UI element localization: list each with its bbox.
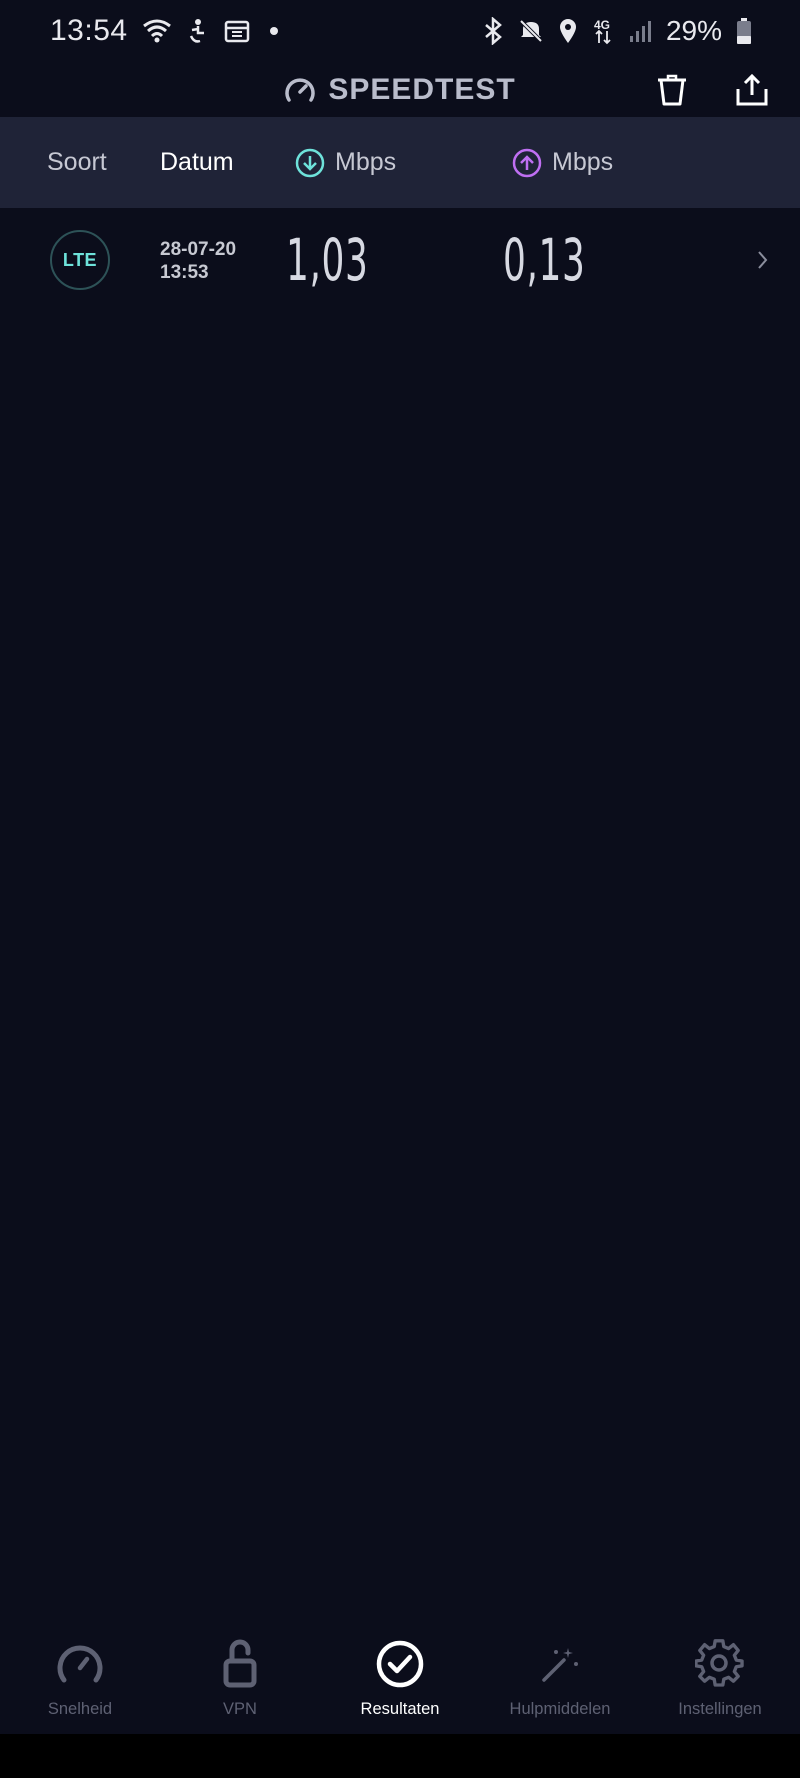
nav-label-vpn: VPN [223, 1700, 257, 1718]
battery-icon [736, 17, 752, 45]
trash-icon[interactable] [652, 70, 692, 110]
result-datetime: 28-07-20 13:53 [160, 238, 236, 284]
nav-item-hulpmiddelen[interactable]: Hulpmiddelen [480, 1612, 640, 1734]
brand: SPEEDTEST [284, 73, 515, 107]
accessibility-icon [186, 18, 210, 44]
column-upload[interactable]: Mbps [512, 117, 613, 208]
connection-type-badge: LTE [50, 230, 110, 290]
check-circle-icon [374, 1638, 426, 1690]
bottom-nav: Snelheid VPN Resultaten Hulpmiddelen Ins… [0, 1612, 800, 1734]
column-upload-label: Mbps [552, 148, 614, 176]
gear-icon [694, 1638, 746, 1690]
wifi-icon [142, 18, 172, 44]
nav-item-vpn[interactable]: VPN [160, 1612, 320, 1734]
share-icon[interactable] [732, 70, 772, 110]
signal-icon [628, 19, 652, 43]
nav-label-snelheid: Snelheid [47, 1700, 113, 1718]
upload-arrow-icon [512, 148, 542, 178]
system-navigation-bar [0, 1734, 800, 1778]
result-row[interactable]: LTE 28-07-20 13:53 1,03 0,13 [0, 208, 800, 312]
column-download-label: Mbps [335, 148, 397, 176]
download-arrow-icon [295, 148, 325, 178]
column-header-bar: Soort Datum Mbps Mbps [0, 117, 800, 208]
column-download[interactable]: Mbps [295, 117, 396, 208]
magic-wand-icon [534, 1638, 586, 1690]
unlock-icon [214, 1638, 266, 1690]
column-sort[interactable]: Soort [47, 117, 107, 208]
speedometer-icon [54, 1638, 106, 1690]
chevron-right-icon [758, 251, 768, 269]
status-bar: 13:54 4G 29% [0, 0, 800, 62]
result-upload: 0,13 [503, 226, 586, 294]
column-date[interactable]: Datum [160, 117, 234, 208]
nav-item-instellingen[interactable]: Instellingen [640, 1612, 800, 1734]
header-actions [652, 62, 772, 117]
result-download: 1,03 [286, 226, 369, 294]
result-time: 13:53 [160, 262, 209, 283]
status-bar-left: 13:54 [50, 14, 278, 48]
nav-label-hulpmiddelen: Hulpmiddelen [509, 1700, 611, 1718]
bluetooth-icon [482, 17, 504, 45]
result-date: 28-07-20 [160, 239, 237, 260]
dot-icon [269, 27, 278, 35]
nav-label-instellingen: Instellingen [678, 1700, 762, 1718]
4g-icon: 4G [592, 17, 614, 45]
nav-item-resultaten[interactable]: Resultaten [320, 1612, 480, 1734]
battery-percent: 29% [665, 15, 722, 46]
speedtest-logo-icon [284, 76, 316, 104]
app-title: SPEEDTEST [328, 72, 516, 106]
nav-item-snelheid[interactable]: Snelheid [0, 1612, 160, 1734]
status-time: 13:54 [50, 14, 128, 47]
status-bar-right: 4G 29% [482, 15, 752, 47]
calendar-icon [224, 19, 250, 43]
4g-label: 4G [594, 18, 610, 32]
location-icon [558, 18, 578, 44]
app-header: SPEEDTEST [0, 62, 800, 117]
mute-icon [518, 18, 544, 44]
nav-label-resultaten: Resultaten [360, 1700, 440, 1718]
